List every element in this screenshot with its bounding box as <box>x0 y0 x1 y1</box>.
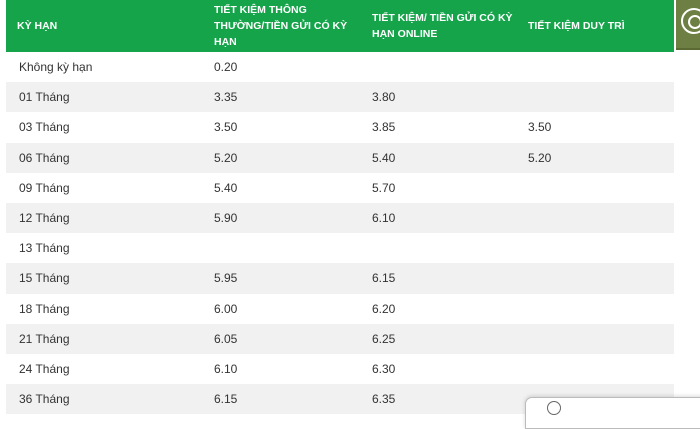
cell-maintained-rate <box>520 353 674 385</box>
cell-maintained-rate <box>520 52 674 83</box>
cell-term: 24 Tháng <box>6 353 206 385</box>
header-term: Kỳ hạn <box>6 0 206 52</box>
cell-normal-rate: 6.05 <box>206 323 364 354</box>
cell-normal-rate: 5.90 <box>206 202 364 234</box>
table-row: Không kỳ hạn 0.20 <box>6 52 674 83</box>
cell-maintained-rate <box>520 172 674 203</box>
cell-maintained-rate <box>520 293 674 324</box>
cell-normal-rate: 6.10 <box>206 353 364 385</box>
cell-normal-rate: 3.50 <box>206 112 364 143</box>
cell-normal-rate: 6.00 <box>206 293 364 324</box>
cell-online-rate: 6.15 <box>364 263 520 294</box>
cell-term: 09 Tháng <box>6 172 206 203</box>
cell-normal-rate: 6.15 <box>206 384 364 415</box>
cell-online-rate: 5.70 <box>364 172 520 203</box>
cell-term: 18 Tháng <box>6 293 206 324</box>
cell-term: 12 Tháng <box>6 202 206 234</box>
table-body: Không kỳ hạn 0.20 01 Tháng 3.35 3.80 03 … <box>6 52 674 415</box>
cell-online-rate <box>364 52 520 83</box>
cell-term: 01 Tháng <box>6 82 206 113</box>
table-row: 15 Tháng 5.95 6.15 <box>6 263 674 294</box>
table-row: 12 Tháng 5.90 6.10 <box>6 202 674 234</box>
interest-rate-table: Kỳ hạn Tiết kiệm thông thường/Tiền gửi c… <box>6 0 674 415</box>
table-row: 24 Tháng 6.10 6.30 <box>6 353 674 385</box>
cell-normal-rate: 5.20 <box>206 142 364 173</box>
table-row: 13 Tháng <box>6 233 674 264</box>
header-online-savings: Tiết kiệm/ Tiền gửi có kỳ hạn online <box>364 0 520 52</box>
logo-ring <box>681 8 700 34</box>
header-normal-savings: Tiết kiệm thông thường/Tiền gửi có kỳ hạ… <box>206 0 364 52</box>
table-row: 01 Tháng 3.35 3.80 <box>6 82 674 113</box>
cell-online-rate: 6.30 <box>364 353 520 385</box>
cell-maintained-rate <box>520 263 674 294</box>
cell-normal-rate: 3.35 <box>206 82 364 113</box>
cell-online-rate: 3.80 <box>364 82 520 113</box>
header-row: Kỳ hạn Tiết kiệm thông thường/Tiền gửi c… <box>6 0 674 52</box>
header-maintained-savings: Tiết kiệm duy trì <box>520 0 674 52</box>
cell-normal-rate <box>206 233 364 264</box>
cell-term: 21 Tháng <box>6 323 206 354</box>
cell-maintained-rate <box>520 82 674 113</box>
cell-normal-rate: 0.20 <box>206 52 364 83</box>
table-row: 21 Tháng 6.05 6.25 <box>6 323 674 354</box>
table-row: 06 Tháng 5.20 5.40 5.20 <box>6 142 674 173</box>
table-row: 18 Tháng 6.00 6.20 <box>6 293 674 324</box>
cell-term: 15 Tháng <box>6 263 206 294</box>
table-row: 03 Tháng 3.50 3.85 3.50 <box>6 112 674 143</box>
table-header: Kỳ hạn Tiết kiệm thông thường/Tiền gửi c… <box>6 0 674 52</box>
cell-maintained-rate: 3.50 <box>520 112 674 143</box>
table-row: 09 Tháng 5.40 5.70 <box>6 172 674 203</box>
cell-online-rate: 5.40 <box>364 142 520 173</box>
cell-online-rate: 6.10 <box>364 202 520 234</box>
cell-online-rate: 6.20 <box>364 293 520 324</box>
cell-online-rate <box>364 233 520 264</box>
cell-term: 06 Tháng <box>6 142 206 173</box>
circle-button-icon[interactable] <box>547 401 561 415</box>
circular-logo-icon[interactable] <box>676 0 700 50</box>
cell-term: 36 Tháng <box>6 384 206 415</box>
cell-term: 03 Tháng <box>6 112 206 143</box>
floating-popup[interactable] <box>525 397 700 429</box>
cell-online-rate: 6.35 <box>364 384 520 415</box>
cell-online-rate: 3.85 <box>364 112 520 143</box>
cell-maintained-rate <box>520 233 674 264</box>
cell-term: 13 Tháng <box>6 233 206 264</box>
cell-normal-rate: 5.95 <box>206 263 364 294</box>
cell-term: Không kỳ hạn <box>6 52 206 83</box>
cell-online-rate: 6.25 <box>364 323 520 354</box>
cell-maintained-rate <box>520 323 674 354</box>
cell-maintained-rate <box>520 202 674 234</box>
cell-maintained-rate: 5.20 <box>520 142 674 173</box>
cell-normal-rate: 5.40 <box>206 172 364 203</box>
